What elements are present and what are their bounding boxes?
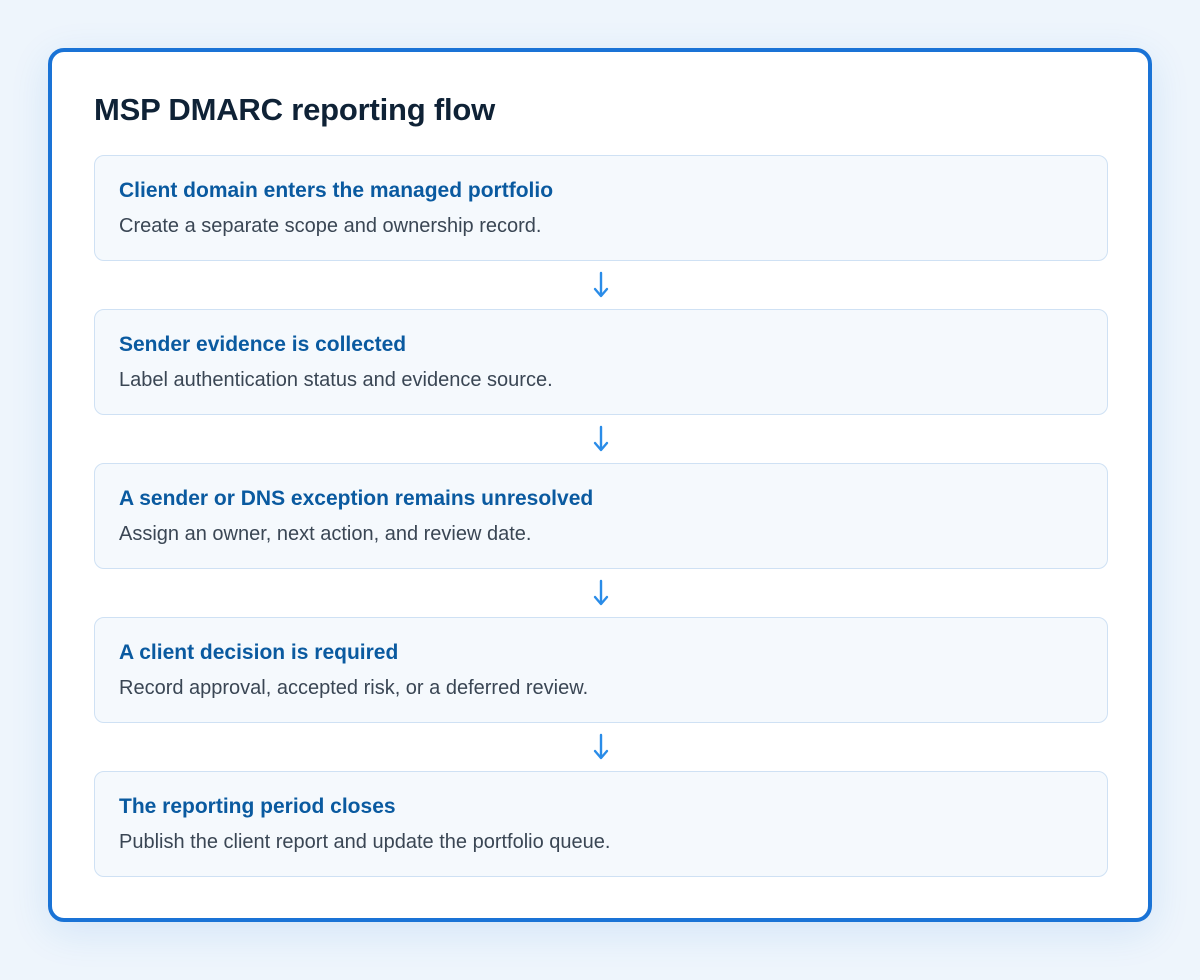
page-title: MSP DMARC reporting flow <box>94 92 496 127</box>
step-title: A client decision is required <box>119 641 399 664</box>
flow-steps: Client domain enters the managed portfol… <box>94 155 1108 877</box>
step-description: Assign an owner, next action, and review… <box>119 523 532 545</box>
step-description: Label authentication status and evidence… <box>119 369 553 391</box>
flow-step-4: A client decision is required Record app… <box>94 617 1108 723</box>
arrow-down-icon <box>593 271 609 298</box>
flow-step-5: The reporting period closes Publish the … <box>94 771 1108 877</box>
arrow-down-icon <box>593 425 609 452</box>
step-title: The reporting period closes <box>119 795 396 818</box>
step-title: A sender or DNS exception remains unreso… <box>119 487 594 510</box>
flow-step-1: Client domain enters the managed portfol… <box>94 155 1108 261</box>
flow-card: MSP DMARC reporting flow Client domain e… <box>48 48 1152 922</box>
flow-connector <box>94 261 1108 309</box>
arrow-down-icon <box>593 733 609 760</box>
step-description: Record approval, accepted risk, or a def… <box>119 677 589 699</box>
step-title: Client domain enters the managed portfol… <box>119 179 554 202</box>
step-description: Create a separate scope and ownership re… <box>119 215 542 237</box>
arrow-down-icon <box>593 579 609 606</box>
flow-step-2: Sender evidence is collected Label authe… <box>94 309 1108 415</box>
step-description: Publish the client report and update the… <box>119 831 611 853</box>
flow-connector <box>94 569 1108 617</box>
flow-connector <box>94 415 1108 463</box>
flow-step-3: A sender or DNS exception remains unreso… <box>94 463 1108 569</box>
step-title: Sender evidence is collected <box>119 333 407 356</box>
flow-connector <box>94 723 1108 771</box>
